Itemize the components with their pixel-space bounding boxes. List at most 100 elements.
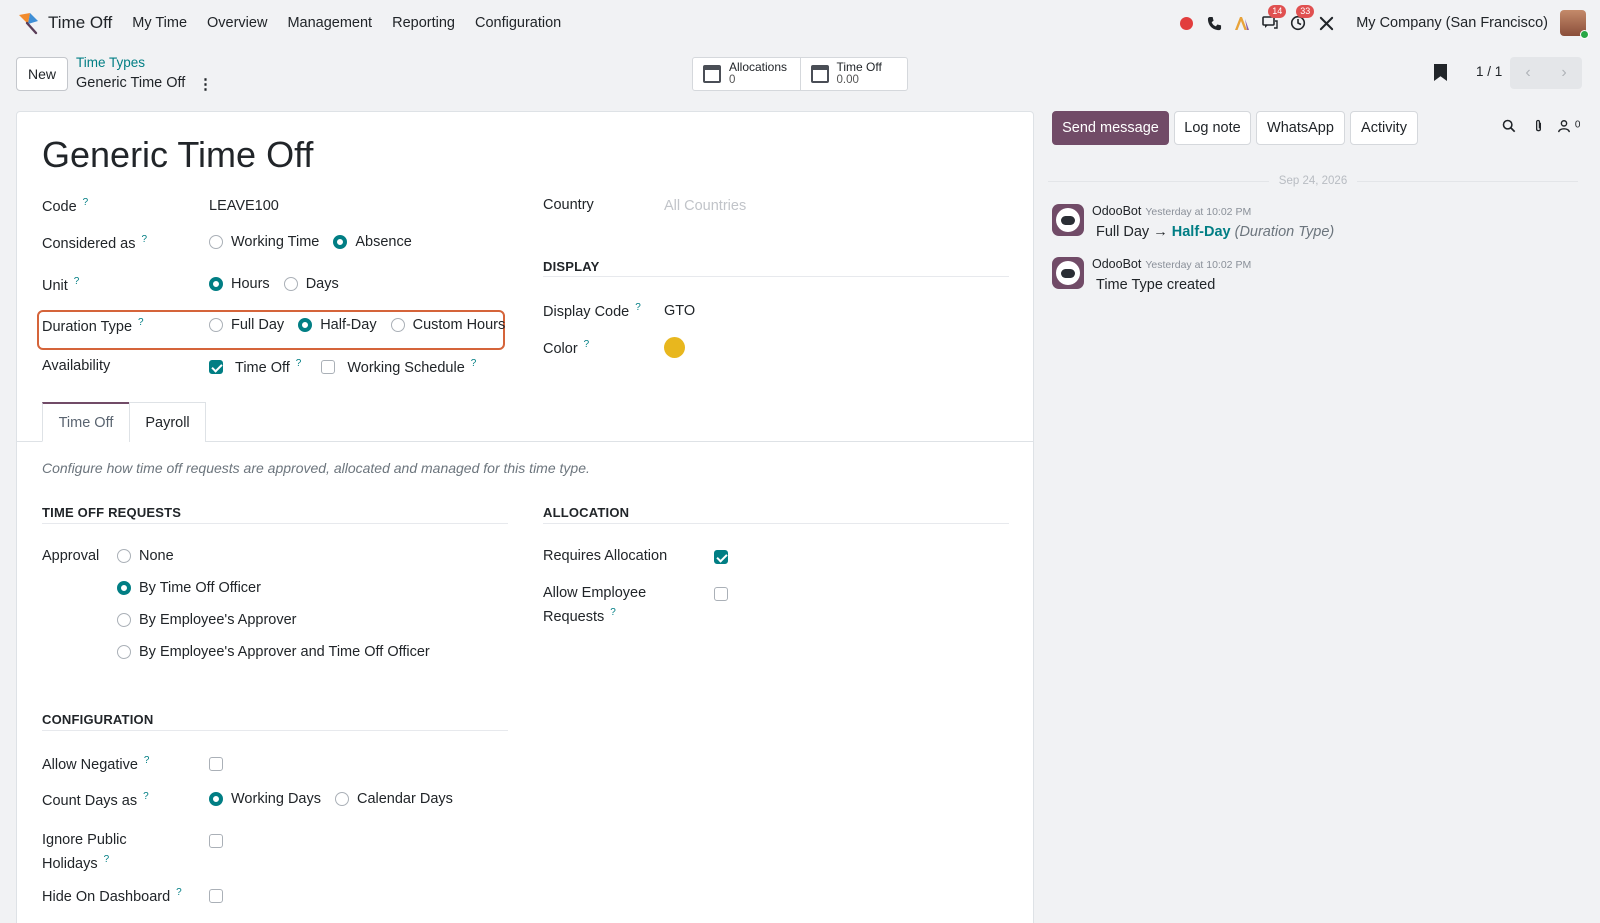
allow-negative-checkbox[interactable] bbox=[209, 757, 223, 771]
menu-configuration[interactable]: Configuration bbox=[475, 15, 561, 31]
followers-icon[interactable]: 0 bbox=[1557, 119, 1580, 136]
allow-employee-requests-label-line1: Allow Employee bbox=[543, 585, 647, 601]
radio-days[interactable] bbox=[283, 277, 298, 291]
phone-icon[interactable] bbox=[1204, 13, 1224, 33]
menu-overview[interactable]: Overview bbox=[207, 15, 267, 31]
allow-employee-requests-checkbox[interactable] bbox=[714, 587, 728, 601]
tracked-field: (Duration Type) bbox=[1234, 224, 1335, 240]
record-title[interactable]: Generic Time Off bbox=[42, 134, 313, 176]
radio-by-time-off-officer[interactable] bbox=[117, 581, 131, 595]
display-code-field[interactable]: GTO bbox=[664, 303, 695, 319]
help-icon[interactable]: ? bbox=[83, 197, 89, 208]
allocations-smart-button[interactable]: Allocations 0 bbox=[693, 58, 801, 90]
ignore-public-holidays-checkbox[interactable] bbox=[209, 834, 223, 848]
recording-icon[interactable] bbox=[1176, 13, 1196, 33]
odoobot-avatar[interactable] bbox=[1052, 257, 1084, 289]
country-field[interactable]: All Countries bbox=[664, 198, 746, 214]
help-icon[interactable]: ? bbox=[144, 755, 150, 766]
activities-badge: 33 bbox=[1296, 5, 1315, 18]
radio-absence[interactable] bbox=[333, 235, 348, 249]
odoobot-avatar[interactable] bbox=[1052, 204, 1084, 236]
radio-label: Custom Hours bbox=[412, 317, 506, 333]
help-icon[interactable]: ? bbox=[471, 358, 477, 369]
availability-checks: Time Off? Working Schedule? bbox=[209, 358, 490, 376]
approval-option-none: None bbox=[117, 548, 188, 564]
radio-calendar-days[interactable] bbox=[334, 792, 349, 806]
help-icon[interactable]: ? bbox=[138, 317, 144, 328]
time-off-smart-button[interactable]: Time Off 0.00 bbox=[801, 58, 908, 90]
requires-allocation-checkbox[interactable] bbox=[714, 550, 728, 564]
hide-on-dashboard-label: Hide On Dashboard? bbox=[42, 887, 182, 905]
pager-arrows: ‹ › bbox=[1510, 57, 1582, 89]
radio-label: None bbox=[139, 548, 174, 564]
hide-on-dashboard-checkbox[interactable] bbox=[209, 889, 223, 903]
user-avatar[interactable] bbox=[1560, 10, 1589, 39]
activities-clock-icon[interactable]: 33 bbox=[1288, 5, 1315, 33]
company-switcher[interactable]: My Company (San Francisco) bbox=[1356, 15, 1548, 31]
considered-as-label: Considered as? bbox=[42, 234, 148, 252]
time-off-checkbox[interactable] bbox=[209, 359, 223, 374]
help-icon[interactable]: ? bbox=[176, 887, 182, 898]
menu-reporting[interactable]: Reporting bbox=[392, 15, 455, 31]
time-off-count: 0.00 bbox=[836, 74, 859, 86]
menu-my-time[interactable]: My Time bbox=[132, 15, 187, 31]
working-schedule-checkbox[interactable] bbox=[321, 359, 336, 374]
radio-label: By Employee's Approver bbox=[139, 612, 297, 628]
breadcrumb-parent[interactable]: Time Types bbox=[76, 55, 145, 70]
color-picker[interactable] bbox=[664, 337, 685, 358]
bookmark-icon[interactable] bbox=[1434, 64, 1447, 81]
messages-icon[interactable]: 14 bbox=[1260, 5, 1287, 33]
radio-hours[interactable] bbox=[209, 277, 223, 291]
help-icon[interactable]: ? bbox=[610, 607, 616, 618]
display-section-header: DISPLAY bbox=[543, 259, 600, 274]
requires-allocation-label: Requires Allocation bbox=[543, 548, 668, 564]
new-button[interactable]: New bbox=[16, 57, 68, 91]
radio-by-employee-approver[interactable] bbox=[117, 613, 131, 627]
allow-negative-label: Allow Negative? bbox=[42, 755, 150, 773]
tab-description: Configure how time off requests are appr… bbox=[42, 460, 590, 476]
breadcrumb-current: Generic Time Off bbox=[76, 75, 186, 91]
duration-type-radio: Full Day Half-Day Custom Hours bbox=[209, 317, 519, 333]
availability-label: Availability bbox=[42, 358, 111, 374]
whatsapp-button[interactable]: WhatsApp bbox=[1256, 111, 1345, 145]
pager-value[interactable]: 1 / 1 bbox=[1476, 64, 1502, 79]
ai-icon[interactable] bbox=[1232, 13, 1252, 33]
radio-by-approver-and-officer[interactable] bbox=[117, 645, 131, 659]
help-icon[interactable]: ? bbox=[104, 854, 110, 865]
send-message-button[interactable]: Send message bbox=[1052, 111, 1169, 145]
search-icon[interactable] bbox=[1502, 119, 1516, 136]
help-icon[interactable]: ? bbox=[142, 234, 148, 245]
radio-custom-hours[interactable] bbox=[390, 318, 405, 332]
configuration-header: CONFIGURATION bbox=[42, 712, 154, 727]
help-icon[interactable]: ? bbox=[296, 358, 302, 369]
record-actions-menu-icon[interactable]: ⋮ bbox=[198, 75, 213, 93]
checkbox-label: Working Schedule? bbox=[347, 358, 477, 376]
paperclip-icon[interactable] bbox=[1532, 119, 1545, 137]
radio-working-days[interactable] bbox=[209, 792, 223, 806]
tab-time-off[interactable]: Time Off bbox=[42, 402, 130, 442]
radio-half-day[interactable] bbox=[298, 318, 313, 332]
radio-label: Working Time bbox=[231, 234, 320, 250]
app-brand[interactable]: Time Off bbox=[16, 11, 112, 35]
systray: 14 33 My Company (San Francisco) bbox=[1176, 0, 1600, 46]
help-icon[interactable]: ? bbox=[143, 791, 149, 802]
activity-button[interactable]: Activity bbox=[1350, 111, 1418, 145]
radio-none[interactable] bbox=[117, 549, 131, 563]
log-note-button[interactable]: Log note bbox=[1174, 111, 1251, 145]
help-icon[interactable]: ? bbox=[635, 302, 641, 313]
new-value: Half-Day bbox=[1171, 224, 1231, 240]
radio-working-time[interactable] bbox=[209, 235, 223, 249]
menu-management[interactable]: Management bbox=[287, 15, 372, 31]
help-icon[interactable]: ? bbox=[584, 339, 590, 350]
calendar-icon bbox=[703, 65, 721, 83]
unit-radio: Hours Days bbox=[209, 276, 353, 292]
code-field[interactable]: LEAVE100 bbox=[209, 198, 279, 214]
chevron-right-icon[interactable]: › bbox=[1561, 64, 1566, 82]
tools-icon[interactable] bbox=[1316, 13, 1336, 33]
help-icon[interactable]: ? bbox=[74, 276, 80, 287]
chevron-left-icon[interactable]: ‹ bbox=[1525, 64, 1530, 82]
allocation-header: ALLOCATION bbox=[543, 505, 630, 520]
tab-payroll[interactable]: Payroll bbox=[129, 402, 206, 442]
top-navbar: Time Off My Time Overview Management Rep… bbox=[0, 0, 1600, 46]
radio-full-day[interactable] bbox=[209, 318, 223, 332]
